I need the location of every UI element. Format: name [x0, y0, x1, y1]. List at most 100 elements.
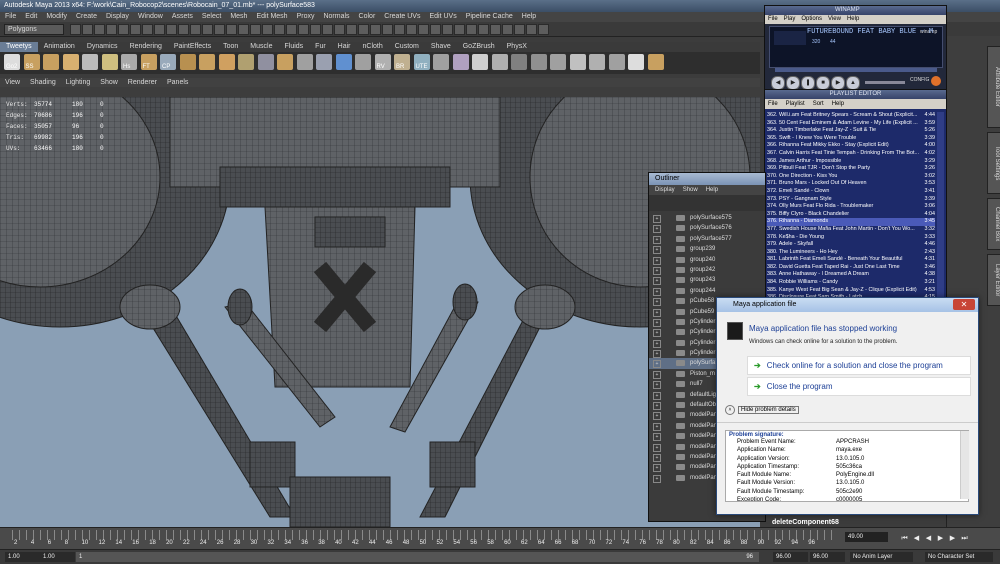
- playlist-item[interactable]: 385. Kanye West Feat Big Sean & Jay-Z - …: [767, 286, 935, 295]
- menu-edit-mesh[interactable]: Edit Mesh: [256, 13, 287, 20]
- playlist-item[interactable]: 368. James Arthur - Impossible 3:29: [767, 157, 935, 166]
- outliner-item[interactable]: + polySurface577: [649, 234, 765, 244]
- playlist-item[interactable]: 370. One Direction - Kiss You 3:02: [767, 172, 935, 181]
- expand-icon[interactable]: +: [653, 329, 661, 338]
- shelf-tab-dynamics[interactable]: Dynamics: [81, 42, 124, 52]
- shelf-tool-icon[interactable]: [355, 54, 371, 70]
- shelf-tab-shave[interactable]: Shave: [425, 42, 457, 52]
- status-tool-icon[interactable]: [490, 24, 501, 35]
- pause-button[interactable]: ❚: [801, 76, 815, 90]
- playlist-menu-sort[interactable]: Sort: [813, 101, 824, 107]
- shelf-tab-tweetys[interactable]: Tweetys: [0, 42, 38, 52]
- shelf-tool-icon[interactable]: [628, 54, 644, 70]
- panel-menu-shading[interactable]: Shading: [30, 79, 56, 86]
- shelf-tab-ncloth[interactable]: nCloth: [357, 42, 389, 52]
- step-back-icon[interactable]: ◀: [912, 534, 921, 543]
- status-tool-icon[interactable]: [526, 24, 537, 35]
- playlist-item[interactable]: 369. Pitbull Feat TJR - Don't Stop the P…: [767, 165, 935, 173]
- expand-icon[interactable]: +: [653, 339, 661, 348]
- status-tool-icon[interactable]: [238, 24, 249, 35]
- seek-bar[interactable]: [775, 68, 937, 72]
- shelf-tool-icon[interactable]: [433, 54, 449, 70]
- expand-icon[interactable]: +: [653, 464, 661, 473]
- shelf-tool-icon[interactable]: [43, 54, 59, 70]
- status-tool-icon[interactable]: [514, 24, 525, 35]
- playlist-item[interactable]: 367. Calvin Harris Feat Tinie Tempah - D…: [767, 149, 935, 158]
- shelf-tool-icon[interactable]: [101, 54, 118, 70]
- outliner-item[interactable]: + polySurface576: [649, 223, 765, 234]
- menu-create-uvs[interactable]: Create UVs: [384, 13, 420, 20]
- playlist-menu-playlist[interactable]: Playlist: [786, 101, 805, 107]
- stop-button[interactable]: ■: [816, 76, 830, 90]
- playlist-item[interactable]: 364. Justin Timberlake Feat Jay-Z - Suit…: [767, 127, 935, 135]
- next-button[interactable]: ▶: [831, 76, 845, 90]
- status-tool-icon[interactable]: [322, 24, 333, 35]
- outliner-item[interactable]: + group243: [649, 275, 765, 286]
- expand-icon[interactable]: +: [653, 246, 661, 255]
- expand-icon[interactable]: +: [653, 215, 661, 223]
- shelf-tab-rendering[interactable]: Rendering: [124, 42, 168, 52]
- shelf-tool-icon[interactable]: [550, 54, 566, 70]
- expand-icon[interactable]: +: [653, 266, 661, 275]
- menu-file[interactable]: File: [5, 13, 16, 20]
- shelf-tab-painteffects[interactable]: PaintEffects: [168, 42, 217, 52]
- menu-edit-uvs[interactable]: Edit UVs: [429, 13, 456, 20]
- shelf-tool-icon[interactable]: [82, 54, 98, 70]
- playlist-item[interactable]: 374. Olly Murs Feat Flo Rida - Troublema…: [767, 203, 935, 211]
- expand-icon[interactable]: +: [653, 402, 661, 411]
- shelf-tab-muscle[interactable]: Muscle: [244, 42, 278, 52]
- panel-menu-show[interactable]: Show: [100, 79, 118, 86]
- menu-window[interactable]: Window: [138, 13, 163, 20]
- expand-icon[interactable]: +: [653, 453, 661, 462]
- shelf-tab-hair[interactable]: Hair: [332, 42, 357, 52]
- status-tool-icon[interactable]: [70, 24, 81, 35]
- shelf-tool-icon[interactable]: [608, 54, 625, 70]
- expand-icon[interactable]: +: [653, 391, 661, 400]
- status-tool-icon[interactable]: [226, 24, 237, 35]
- status-tool-icon[interactable]: [262, 24, 273, 35]
- tab-layer-editor[interactable]: Layer Editor: [987, 254, 1000, 306]
- status-tool-icon[interactable]: [478, 24, 489, 35]
- shelf-tool-icon[interactable]: [296, 54, 313, 70]
- eject-button[interactable]: ▲: [846, 76, 860, 90]
- start-time-field[interactable]: 1.00: [5, 552, 40, 562]
- close-program-button[interactable]: ➔ Close the program: [747, 377, 971, 396]
- panel-menu-renderer[interactable]: Renderer: [128, 79, 157, 86]
- shelf-tab-fur[interactable]: Fur: [309, 42, 332, 52]
- expand-icon[interactable]: +: [653, 422, 661, 431]
- hide-details-toggle[interactable]: ˄ Hide problem details: [725, 405, 799, 415]
- playlist-item[interactable]: 373. PSY - Gangnam Style 3:39: [767, 195, 935, 204]
- menu-normals[interactable]: Normals: [323, 13, 349, 20]
- outliner-menu-help[interactable]: Help: [706, 187, 718, 193]
- status-tool-icon[interactable]: [382, 24, 393, 35]
- status-tool-icon[interactable]: [418, 24, 429, 35]
- menu-create[interactable]: Create: [76, 13, 97, 20]
- status-tool-icon[interactable]: [250, 24, 261, 35]
- shelf-tab-custom[interactable]: Custom: [389, 42, 425, 52]
- viewport[interactable]: [0, 97, 760, 527]
- status-tool-icon[interactable]: [502, 24, 513, 35]
- expand-icon[interactable]: +: [653, 370, 661, 379]
- status-tool-icon[interactable]: [430, 24, 441, 35]
- playlist-item[interactable]: 379. Adele - Skyfall 4:46: [767, 241, 935, 249]
- status-tool-icon[interactable]: [118, 24, 129, 35]
- status-tool-icon[interactable]: [406, 24, 417, 35]
- shelf-tool-icon[interactable]: [199, 54, 215, 70]
- expand-icon[interactable]: +: [653, 287, 661, 296]
- playlist-menu-file[interactable]: File: [768, 101, 778, 107]
- status-tool-icon[interactable]: [370, 24, 381, 35]
- go-to-end-icon[interactable]: ⏭: [960, 534, 969, 543]
- menu-mesh[interactable]: Mesh: [230, 13, 247, 20]
- winamp-menu-help[interactable]: Help: [847, 16, 859, 22]
- end-time-field[interactable]: 96.00: [810, 552, 845, 562]
- expand-icon[interactable]: +: [653, 474, 661, 483]
- current-frame-field[interactable]: 49.00: [845, 532, 888, 542]
- playlist-item[interactable]: 382. David Guetta Feat Taped Rai - Just …: [767, 263, 935, 272]
- outliner-item[interactable]: + group242: [649, 265, 765, 275]
- winamp-menu-play[interactable]: Play: [784, 16, 796, 22]
- expand-icon[interactable]: +: [653, 308, 661, 317]
- shelf-tool-icon[interactable]: [179, 54, 196, 70]
- check-online-button[interactable]: ➔ Check online for a solution and close t…: [747, 356, 971, 375]
- shelf-tab-gozbrush[interactable]: GoZBrush: [457, 42, 501, 52]
- status-tool-icon[interactable]: [298, 24, 309, 35]
